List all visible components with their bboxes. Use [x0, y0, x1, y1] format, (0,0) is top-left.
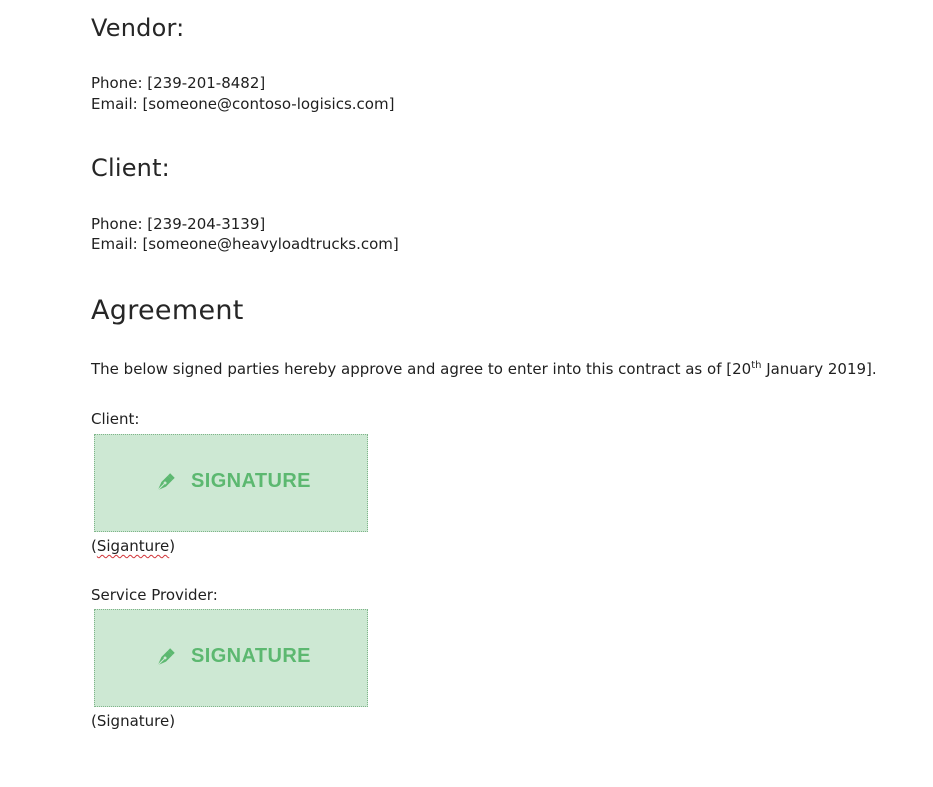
agreement-heading: Agreement [91, 295, 244, 326]
client-heading: Client: [91, 154, 170, 182]
provider-signature-label: Service Provider: [91, 586, 218, 604]
client-phone: Phone: [239-204-3139] [91, 214, 265, 234]
client-phone-text: Phone: [239-204-3139] [91, 215, 266, 233]
agreement-text-sup: th [751, 360, 762, 371]
client-signature-box[interactable]: SIGNATURE [94, 434, 368, 532]
provider-signature-box-text: SIGNATURE [191, 645, 311, 667]
provider-signature-content: SIGNATURE [155, 645, 311, 668]
document-page: Vendor: Phone: [239-201-8482] Email: [so… [0, 0, 933, 787]
provider-signature-caption: (Signature) [91, 712, 176, 730]
client-signature-caption: (Siganture) [91, 536, 175, 556]
agreement-text-before: The below signed parties hereby approve … [91, 360, 752, 378]
pen-nib-icon [157, 647, 175, 666]
client-caption-close: ) [169, 537, 176, 555]
vendor-heading: Vendor: [91, 14, 185, 42]
vendor-email: Email: [someone@contoso-logisics.com] [91, 95, 395, 113]
agreement-text: The below signed parties hereby approve … [91, 359, 877, 379]
vendor-phone-text: Phone: [239-201-8482] [91, 74, 266, 92]
pen-nib-icon [157, 472, 175, 491]
client-email: Email: [someone@heavyloadtrucks.com] [91, 235, 399, 253]
client-signature-box-text: SIGNATURE [191, 470, 311, 492]
vendor-phone: Phone: [239-201-8482] [91, 73, 265, 93]
client-signature-label: Client: [91, 410, 140, 428]
provider-signature-box[interactable]: SIGNATURE [94, 609, 368, 707]
agreement-text-after: January 2019]. [761, 360, 877, 378]
client-signature-content: SIGNATURE [155, 470, 311, 493]
client-caption-word: Siganture [96, 537, 170, 555]
